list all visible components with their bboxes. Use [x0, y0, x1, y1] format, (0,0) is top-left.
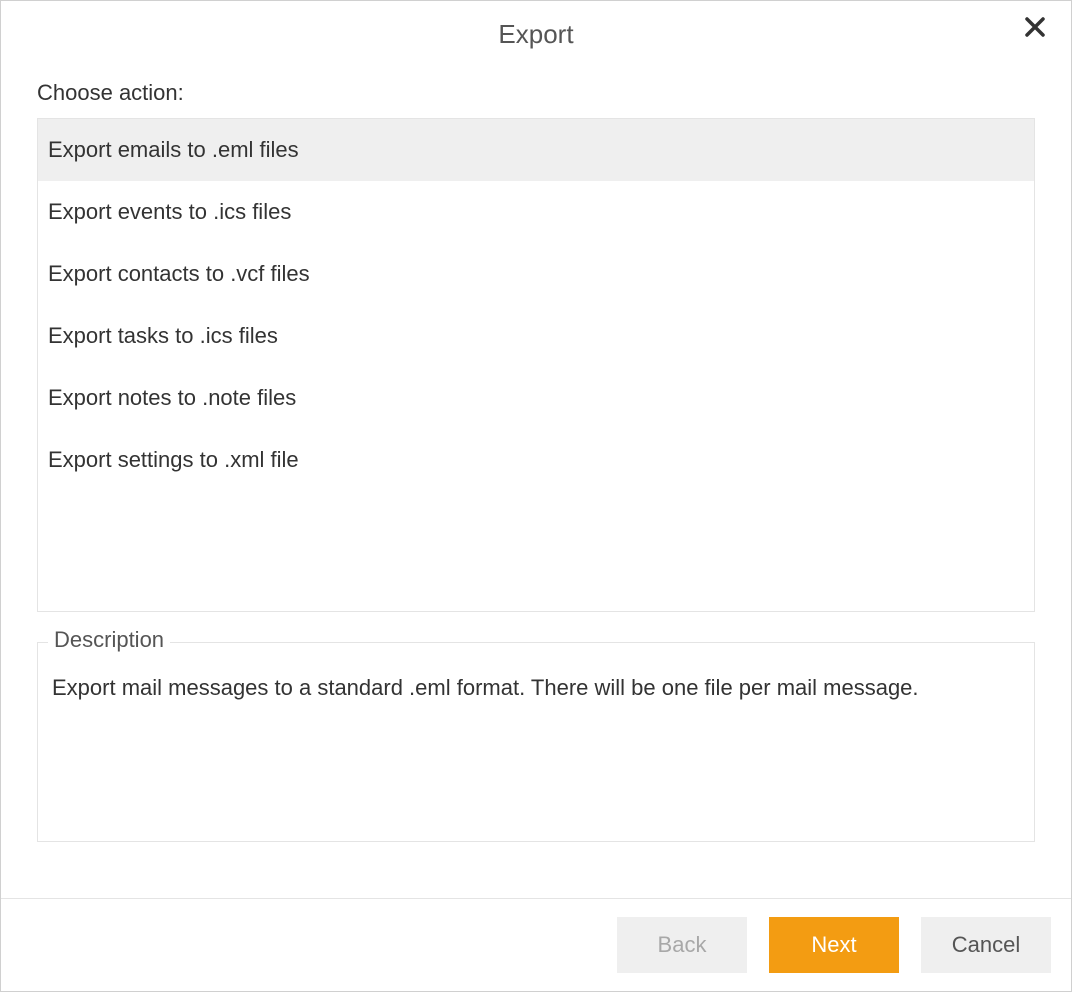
dialog-header: Export	[1, 1, 1071, 62]
action-label: Export emails to .eml files	[48, 137, 299, 162]
action-export-contacts[interactable]: Export contacts to .vcf files	[38, 243, 1034, 305]
description-group: Description Export mail messages to a st…	[37, 642, 1035, 842]
back-button[interactable]: Back	[617, 917, 747, 973]
action-list: Export emails to .eml files Export event…	[37, 118, 1035, 612]
description-legend: Description	[48, 627, 170, 653]
action-label: Export settings to .xml file	[48, 447, 299, 472]
action-export-tasks[interactable]: Export tasks to .ics files	[38, 305, 1034, 367]
action-label: Export notes to .note files	[48, 385, 296, 410]
dialog-content: Choose action: Export emails to .eml fil…	[1, 62, 1071, 898]
dialog-title: Export	[498, 19, 573, 49]
action-export-emails[interactable]: Export emails to .eml files	[38, 119, 1034, 181]
action-export-settings[interactable]: Export settings to .xml file	[38, 429, 1034, 491]
close-button[interactable]	[1019, 15, 1051, 47]
action-label: Export tasks to .ics files	[48, 323, 278, 348]
description-text: Export mail messages to a standard .eml …	[52, 673, 1020, 704]
close-icon	[1023, 26, 1047, 43]
action-export-events[interactable]: Export events to .ics files	[38, 181, 1034, 243]
export-dialog: Export Choose action: Export emails to .…	[0, 0, 1072, 992]
cancel-button[interactable]: Cancel	[921, 917, 1051, 973]
action-export-notes[interactable]: Export notes to .note files	[38, 367, 1034, 429]
action-label: Export contacts to .vcf files	[48, 261, 310, 286]
action-label: Export events to .ics files	[48, 199, 291, 224]
dialog-footer: Back Next Cancel	[1, 898, 1071, 991]
next-button[interactable]: Next	[769, 917, 899, 973]
choose-action-label: Choose action:	[37, 80, 1035, 106]
